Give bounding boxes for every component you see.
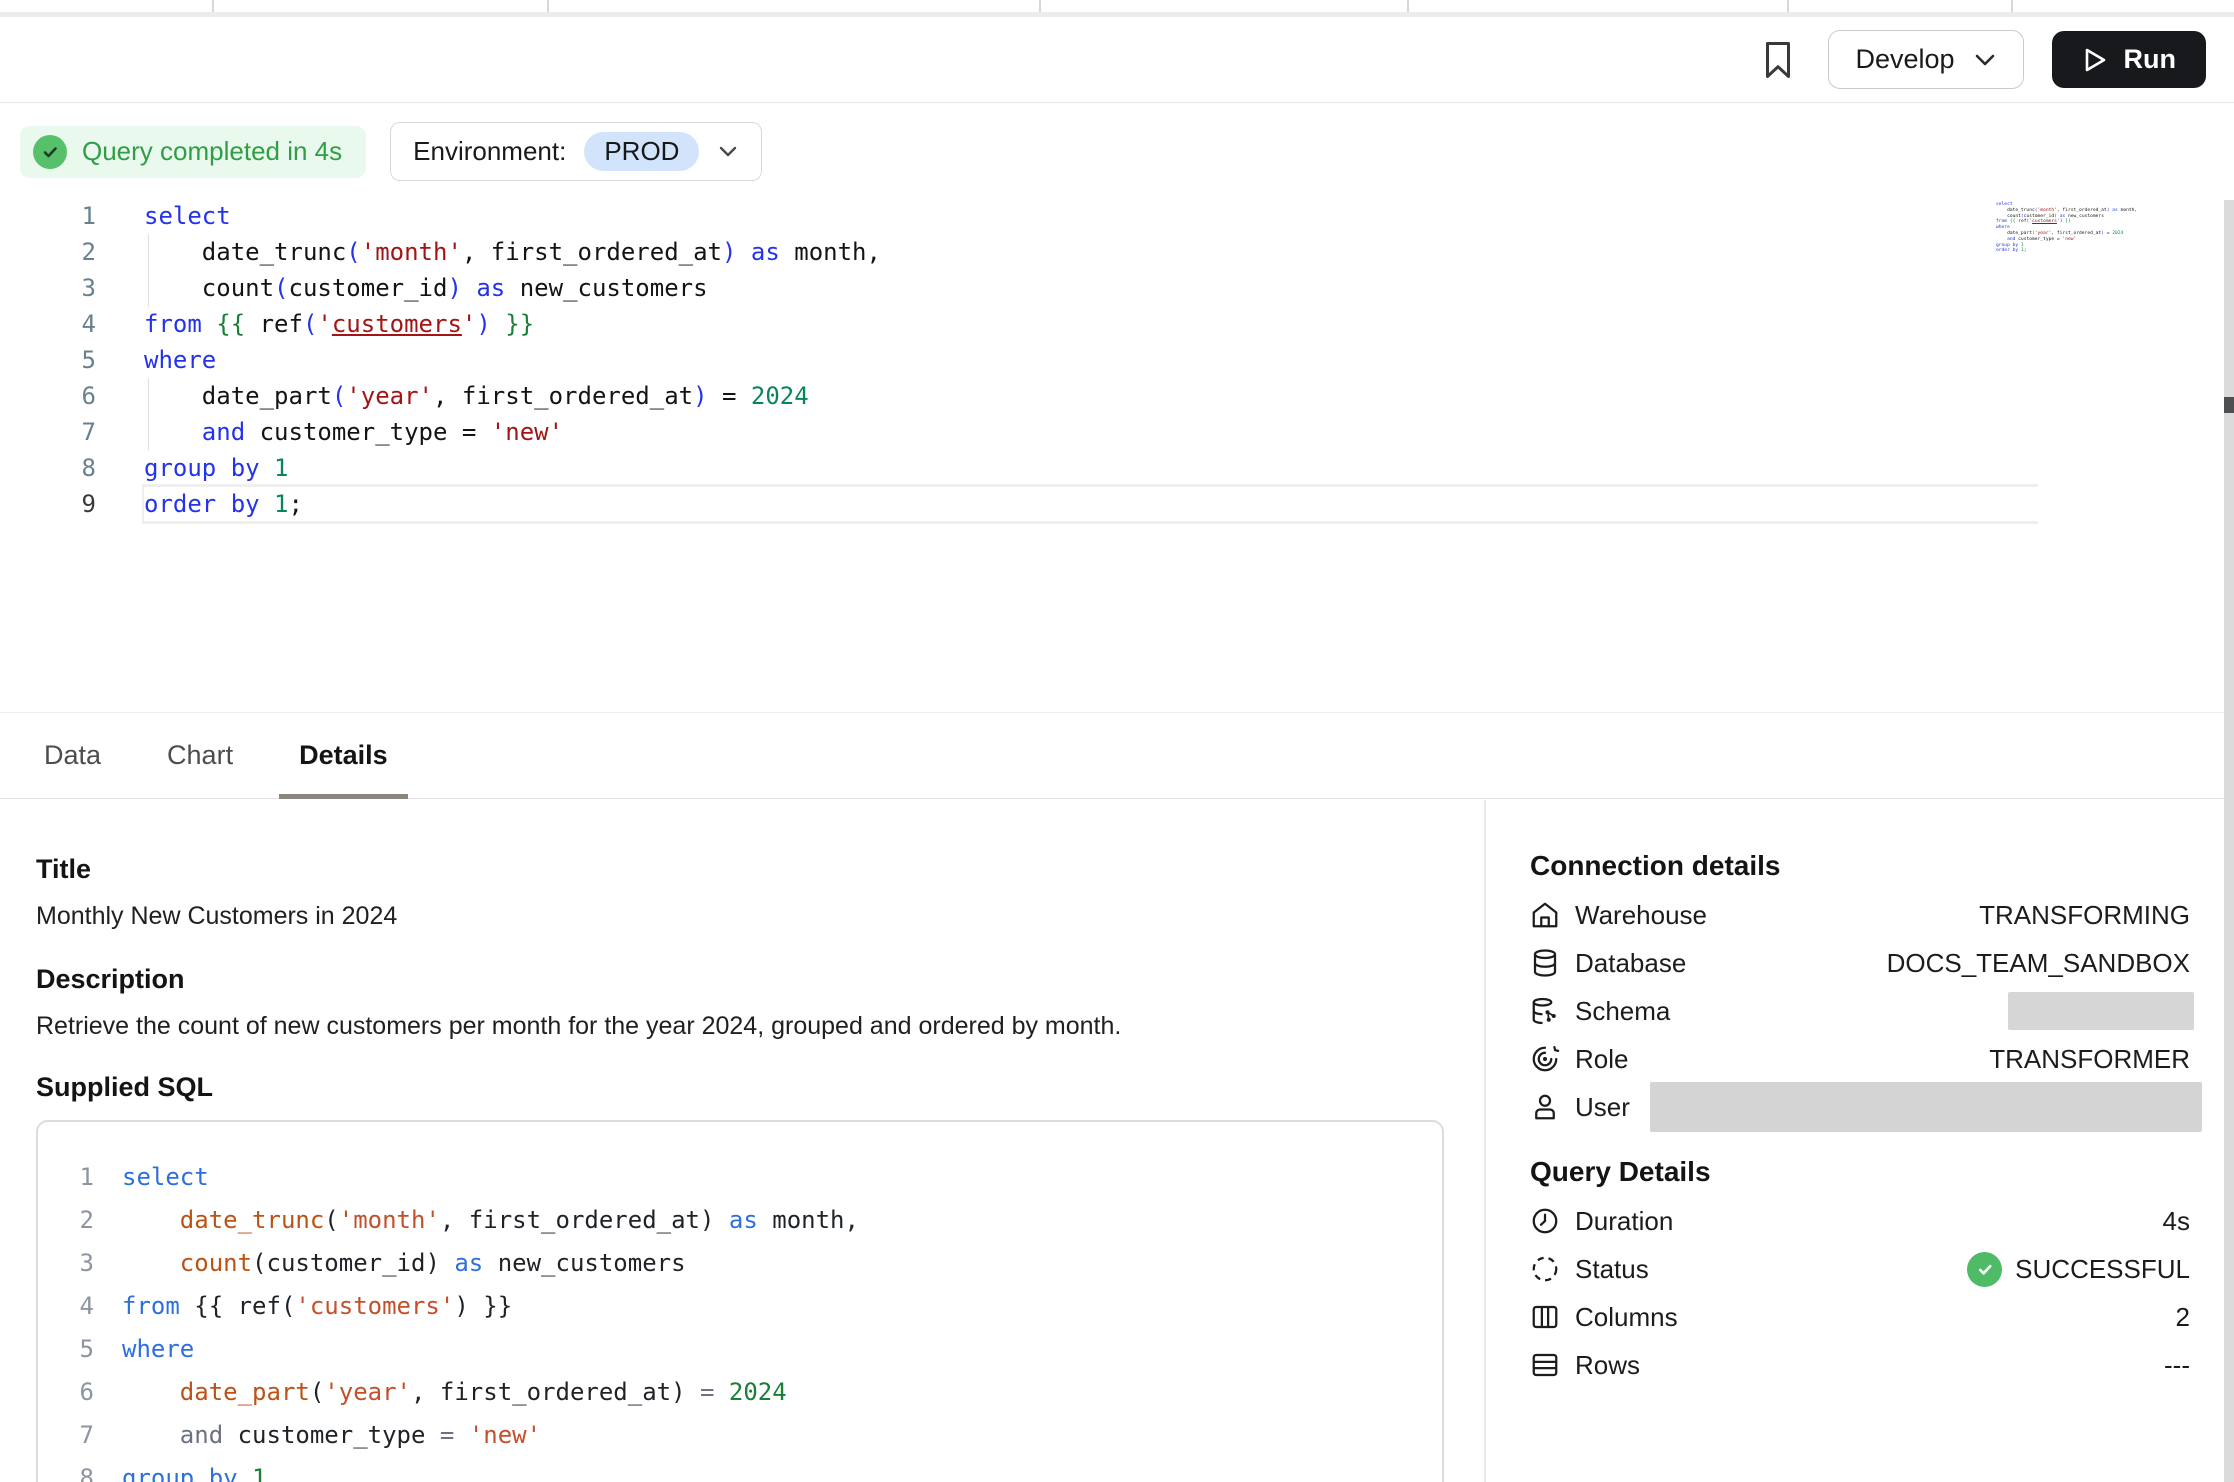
code-line: 6 date_part('year', first_ordered_at) = … [0, 378, 2110, 414]
code-line: 9order by 1; [0, 486, 2110, 522]
scrollbar-track[interactable] [2224, 200, 2234, 1482]
tab-divider [2011, 0, 2013, 12]
environment-label: Environment: [413, 136, 566, 167]
warehouse-icon [1530, 900, 1560, 930]
success-check-icon [33, 135, 67, 169]
details-left-column: Title Monthly New Customers in 2024 Desc… [36, 800, 1444, 1482]
bookmark-icon[interactable] [1756, 38, 1800, 82]
details-panel: Title Monthly New Customers in 2024 Desc… [0, 800, 2234, 1482]
clock-icon [1530, 1206, 1560, 1236]
run-button[interactable]: Run [2052, 31, 2206, 88]
query-details-rows: Duration 4s Status SUCCESSFUL Columns [1530, 1197, 2190, 1389]
tab-divider [1407, 0, 1409, 12]
code-line: 7 and customer_type = 'new' [0, 414, 2110, 450]
status-value: SUCCESSFUL [1967, 1252, 2190, 1287]
run-button-label: Run [2124, 44, 2176, 75]
row-warehouse: Warehouse TRANSFORMING [1530, 891, 2190, 939]
connection-details-heading: Connection details [1530, 849, 2190, 883]
tab-divider [212, 0, 214, 12]
code-line: 8group by 1 [0, 450, 2110, 486]
environment-value-pill: PROD [584, 132, 699, 171]
supplied-sql-code-block: 1select2 date_trunc('month', first_order… [36, 1120, 1444, 1482]
success-check-icon [1967, 1252, 2002, 1287]
row-duration: Duration 4s [1530, 1197, 2190, 1245]
code-line: 5where [0, 342, 2110, 378]
role-icon [1530, 1044, 1560, 1074]
code-line: 7 and customer_type = 'new' [38, 1414, 1442, 1457]
rows-icon [1530, 1350, 1560, 1380]
app-window: Develop Run Query completed in 4s Enviro… [0, 0, 2234, 1482]
row-role: Role TRANSFORMER [1530, 1035, 2190, 1083]
code-line: 6 date_part('year', first_ordered_at) = … [38, 1371, 1442, 1414]
row-columns: Columns 2 [1530, 1293, 2190, 1341]
code-line: 2 date_trunc('month', first_ordered_at) … [38, 1199, 1442, 1242]
code-line: 3 count(customer_id) as new_customers [38, 1242, 1442, 1285]
results-tab-bar: Data Chart Details [0, 712, 2234, 799]
query-status-badge: Query completed in 4s [20, 126, 366, 178]
code-line: 1select [0, 198, 2110, 234]
file-tab-strip[interactable] [0, 0, 2234, 12]
query-status-row: Query completed in 4s Environment: PROD [20, 122, 762, 181]
supplied-sql-heading: Supplied SQL [36, 1070, 1444, 1104]
description-value: Retrieve the count of new customers per … [36, 1010, 1444, 1042]
query-status-text: Query completed in 4s [82, 136, 342, 167]
tab-divider [547, 0, 549, 12]
connection-details-rows: Warehouse TRANSFORMING Database DOCS_TEA… [1530, 891, 2190, 1131]
query-details-heading: Query Details [1530, 1155, 2190, 1189]
editor-minimap[interactable]: select date_trunc('month', first_ordered… [1996, 202, 2108, 254]
develop-button-label: Develop [1855, 44, 1954, 75]
user-value-redacted [1650, 1082, 2202, 1132]
code-line: 1select [38, 1156, 1442, 1199]
develop-button[interactable]: Develop [1828, 30, 2023, 89]
code-line: 3 count(customer_id) as new_customers [0, 270, 2110, 306]
user-icon [1530, 1092, 1560, 1122]
title-heading: Title [36, 852, 1444, 886]
status-icon [1530, 1254, 1560, 1284]
tab-divider [1787, 0, 1789, 12]
code-line: 4from {{ ref('customers') }} [38, 1285, 1442, 1328]
chevron-down-icon [717, 145, 739, 159]
description-heading: Description [36, 962, 1444, 996]
code-line: 2 date_trunc('month', first_ordered_at) … [0, 234, 2110, 270]
columns-icon [1530, 1302, 1560, 1332]
title-value: Monthly New Customers in 2024 [36, 900, 1444, 932]
schema-icon [1530, 996, 1560, 1026]
chevron-down-icon [1973, 52, 1997, 68]
row-database: Database DOCS_TEAM_SANDBOX [1530, 939, 2190, 987]
code-line: 4from {{ ref('customers') }} [0, 306, 2110, 342]
scrollbar-thumb[interactable] [2224, 397, 2234, 413]
sql-editor[interactable]: 1select2 date_trunc('month', first_order… [0, 198, 2110, 522]
row-rows: Rows --- [1530, 1341, 2190, 1389]
row-schema: Schema [1530, 987, 2190, 1035]
tab-divider [1039, 0, 1041, 12]
row-status: Status SUCCESSFUL [1530, 1245, 2190, 1293]
play-icon [2082, 46, 2108, 74]
schema-value-redacted [2008, 992, 2194, 1030]
code-line: 8group by 1 [38, 1457, 1442, 1482]
database-icon [1530, 948, 1560, 978]
tab-data[interactable]: Data [36, 713, 109, 798]
tab-chart[interactable]: Chart [159, 713, 241, 798]
tab-details[interactable]: Details [291, 713, 396, 798]
code-line: order by 1; [1996, 248, 2108, 254]
row-user: User [1530, 1083, 2190, 1131]
code-line: 5where [38, 1328, 1442, 1371]
environment-selector[interactable]: Environment: PROD [390, 122, 762, 181]
toolbar: Develop Run [0, 17, 2234, 103]
details-right-panel: Connection details Warehouse TRANSFORMIN… [1484, 800, 2224, 1482]
